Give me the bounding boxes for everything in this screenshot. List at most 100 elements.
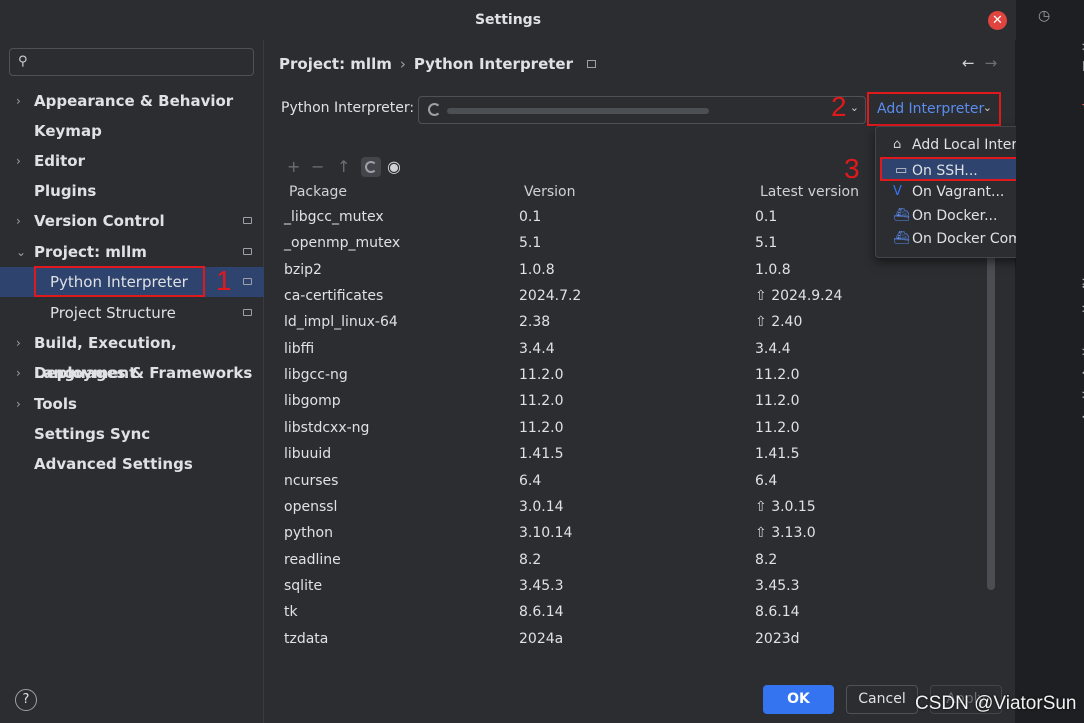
history-nav: ← → bbox=[962, 54, 1007, 72]
chevron-right-icon[interactable]: › bbox=[16, 206, 21, 236]
sidebar-item-label: Languages & Frameworks bbox=[34, 364, 253, 382]
ok-button[interactable]: OK bbox=[763, 685, 834, 714]
sidebar-item[interactable]: Project Structure bbox=[0, 298, 264, 328]
breadcrumb-project: Project: mllm bbox=[279, 55, 392, 73]
cell-version: 3.0.14 bbox=[519, 498, 564, 515]
chevron-right-icon[interactable]: › bbox=[16, 389, 21, 419]
chevron-right-icon[interactable]: › bbox=[16, 146, 21, 176]
cell-version: 6.4 bbox=[519, 472, 542, 489]
upgrade-package-icon[interactable]: ↑ bbox=[337, 157, 350, 176]
search-input[interactable]: ⚲ bbox=[9, 48, 254, 76]
cell-package: readline bbox=[284, 551, 341, 568]
table-row[interactable]: libuuid 1.41.5 1.41.5 bbox=[280, 442, 980, 468]
sidebar-item[interactable]: › Languages & Frameworks bbox=[0, 358, 264, 388]
sidebar-item[interactable]: Plugins bbox=[0, 176, 264, 206]
column-header-package[interactable]: Package bbox=[289, 184, 347, 200]
table-row[interactable]: libffi 3.4.4 3.4.4 bbox=[280, 337, 980, 363]
add-package-icon[interactable]: + bbox=[287, 157, 300, 176]
table-row[interactable]: sqlite 3.45.3 3.45.3 bbox=[280, 574, 980, 600]
vagrant-icon: V bbox=[893, 184, 902, 199]
cell-package: libuuid bbox=[284, 446, 332, 463]
background-editor: ◷ [2[2>>PyTr>><c>>[(>><c>><c[2[2[2[2[2[2… bbox=[1016, 0, 1084, 723]
eye-icon[interactable]: ◉ bbox=[387, 157, 401, 176]
table-row[interactable]: tzdata 2024a 2023d bbox=[280, 627, 980, 653]
project-scope-icon bbox=[243, 248, 252, 255]
table-row[interactable]: libstdcxx-ng 11.2.0 11.2.0 bbox=[280, 416, 980, 442]
sidebar-item[interactable]: › Tools bbox=[0, 389, 264, 419]
cell-version: 3.10.14 bbox=[519, 525, 573, 542]
table-row[interactable]: libgcc-ng 11.2.0 11.2.0 bbox=[280, 363, 980, 389]
sidebar-item-label: Advanced Settings bbox=[34, 455, 193, 473]
cell-version: 2024.7.2 bbox=[519, 288, 582, 305]
sidebar-item[interactable]: Settings Sync bbox=[0, 419, 264, 449]
project-scope-icon bbox=[243, 278, 252, 285]
cell-package: libgomp bbox=[284, 393, 341, 410]
table-row[interactable]: tk 8.6.14 8.6.14 bbox=[280, 600, 980, 626]
cell-latest: 5.1 bbox=[755, 235, 778, 252]
back-arrow-icon[interactable]: ← bbox=[962, 54, 975, 72]
cell-latest: 3.13.0 bbox=[755, 525, 816, 541]
table-scrollbar[interactable] bbox=[987, 250, 995, 590]
cell-latest: 0.1 bbox=[755, 209, 778, 225]
project-scope-icon bbox=[587, 60, 596, 68]
cell-latest: 11.2.0 bbox=[755, 419, 800, 436]
close-icon: ✕ bbox=[992, 13, 1003, 28]
table-row[interactable]: bzip2 1.0.8 1.0.8 bbox=[280, 258, 980, 284]
breadcrumb: Project: mllm › Python Interpreter bbox=[279, 55, 596, 73]
cell-latest: 11.2.0 bbox=[755, 393, 800, 410]
table-row[interactable]: ca-certificates 2024.7.2 2024.9.24 bbox=[280, 284, 980, 310]
cell-version: 0.1 bbox=[519, 209, 542, 225]
annotation-1: 1 bbox=[216, 265, 232, 296]
cell-package: sqlite bbox=[284, 577, 323, 594]
forward-arrow-icon[interactable]: → bbox=[985, 54, 998, 72]
table-row[interactable]: ncurses 6.4 6.4 bbox=[280, 469, 980, 495]
refresh-icon[interactable] bbox=[361, 157, 381, 177]
cell-latest: 3.0.15 bbox=[755, 499, 816, 515]
chevron-down-icon: ⌄ bbox=[849, 101, 859, 114]
chevron-right-icon[interactable]: › bbox=[16, 328, 21, 358]
help-button[interactable]: ? bbox=[15, 689, 37, 711]
cell-latest: 8.2 bbox=[755, 551, 778, 568]
table-row[interactable]: openssl 3.0.14 3.0.15 bbox=[280, 495, 980, 521]
cell-package: ncurses bbox=[284, 472, 339, 489]
cancel-button[interactable]: Cancel bbox=[846, 685, 918, 714]
sidebar-item[interactable]: › Editor bbox=[0, 146, 264, 176]
cell-version: 3.4.4 bbox=[519, 340, 555, 357]
sidebar-item[interactable]: Advanced Settings bbox=[0, 449, 264, 479]
chevron-right-icon[interactable]: › bbox=[16, 86, 21, 116]
sidebar-item[interactable]: › Build, Execution, Deployment bbox=[0, 328, 264, 382]
sidebar-item-label: Settings Sync bbox=[34, 425, 151, 443]
chevron-right-icon[interactable]: › bbox=[16, 358, 21, 388]
cell-latest: 6.4 bbox=[755, 472, 778, 489]
sidebar-item[interactable]: › Version Control bbox=[0, 206, 264, 236]
cell-version: 8.2 bbox=[519, 551, 542, 568]
cell-package: libgcc-ng bbox=[284, 367, 348, 384]
interpreter-select[interactable]: ⌄ bbox=[418, 96, 866, 124]
cell-package: python bbox=[284, 525, 333, 542]
cell-latest: 2.40 bbox=[755, 314, 802, 330]
chevron-down-icon[interactable]: ⌄ bbox=[16, 237, 26, 267]
cell-latest: 8.6.14 bbox=[755, 604, 800, 621]
column-header-version[interactable]: Version bbox=[524, 184, 575, 200]
sidebar-item-label: Tools bbox=[34, 395, 77, 413]
sidebar-item[interactable]: Keymap bbox=[0, 116, 264, 146]
table-row[interactable]: readline 8.2 8.2 bbox=[280, 548, 980, 574]
project-scope-icon bbox=[243, 309, 252, 316]
close-button[interactable]: ✕ bbox=[988, 11, 1007, 30]
sidebar-item-label: Project: mllm bbox=[34, 243, 147, 261]
cell-latest: 1.0.8 bbox=[755, 261, 791, 278]
home-icon: ⌂ bbox=[893, 137, 902, 152]
sidebar-item[interactable]: ⌄ Project: mllm bbox=[0, 237, 264, 267]
table-row[interactable]: ld_impl_linux-64 2.38 2.40 bbox=[280, 310, 980, 336]
editor-text: [2[2>>PyTr>><c>>[(>><c>><c[2[2[2[2[2[2[2… bbox=[1060, 0, 1084, 723]
table-row[interactable]: libgomp 11.2.0 11.2.0 bbox=[280, 389, 980, 415]
cell-package: ca-certificates bbox=[284, 288, 384, 305]
column-header-latest[interactable]: Latest version bbox=[760, 184, 859, 200]
table-row[interactable]: python 3.10.14 3.13.0 bbox=[280, 521, 980, 547]
cell-version: 11.2.0 bbox=[519, 393, 564, 410]
remove-package-icon[interactable]: − bbox=[311, 157, 324, 176]
add-interpreter-button[interactable]: Add Interpreter ⌄ bbox=[867, 92, 1001, 126]
settings-sidebar: ⚲ › Appearance & Behavior Keymap › Editor Plu… bbox=[0, 40, 264, 723]
sidebar-item[interactable]: › Appearance & Behavior bbox=[0, 86, 264, 116]
cell-version: 1.0.8 bbox=[519, 261, 555, 278]
